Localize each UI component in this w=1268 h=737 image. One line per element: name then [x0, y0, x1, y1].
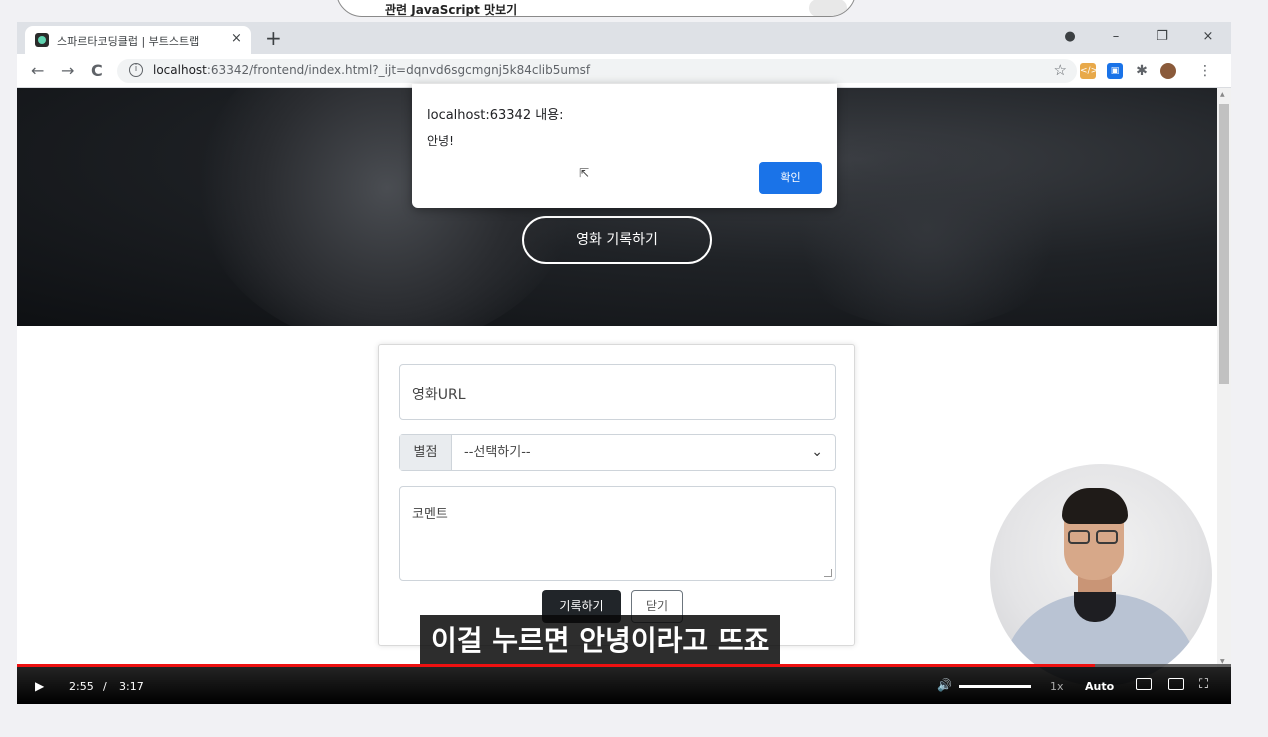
alert-title: localhost:63342 내용:	[427, 108, 564, 123]
volume-icon[interactable]: 🔊	[937, 678, 952, 692]
top-note-tab: 관련 JavaScript 맛보기	[336, 0, 856, 17]
post-form-card: 영화URL 별점 --선택하기-- ⌄ 코멘트 기록하기 닫기	[378, 344, 855, 646]
address-bar[interactable]: i localhost:63342/frontend/index.html?_i…	[117, 59, 1077, 83]
quality-label[interactable]: Auto	[1085, 680, 1114, 693]
window-controls: ● – ❐ ×	[1047, 22, 1231, 50]
presenter-hair	[1062, 488, 1128, 524]
bookmark-star-icon[interactable]: ☆	[1054, 61, 1067, 79]
record-movie-button[interactable]: 영화 기록하기	[522, 216, 712, 264]
info-icon[interactable]: i	[129, 63, 143, 77]
fullscreen-icon[interactable]: ⛶	[1199, 677, 1208, 692]
speed-label[interactable]: 1x	[1050, 680, 1064, 693]
play-icon[interactable]: ▶	[35, 679, 44, 693]
comment-textarea[interactable]: 코멘트	[399, 486, 836, 581]
back-button[interactable]: ←	[31, 61, 44, 80]
mouse-cursor-icon: ⇱	[579, 166, 590, 180]
alert-dialog: localhost:63342 내용: 안녕! ⇱ 확인	[412, 84, 837, 208]
url-path: :63342/frontend/index.html?_ijt=dqnvd6sg…	[206, 63, 591, 77]
minimize-button[interactable]: –	[1093, 29, 1139, 44]
movie-url-input[interactable]: 영화URL	[399, 364, 836, 420]
extension-box-icon[interactable]: ▣	[1107, 63, 1123, 79]
rating-selected-value: --선택하기--	[464, 445, 531, 460]
captions-icon[interactable]	[1136, 678, 1152, 690]
volume-slider[interactable]	[959, 685, 1031, 688]
url-host: localhost	[153, 63, 207, 77]
alert-message: 안녕!	[427, 134, 454, 148]
progress-fill	[17, 664, 1096, 667]
extensions-puzzle-icon[interactable]: ✱	[1134, 63, 1150, 79]
favicon-icon	[35, 33, 49, 47]
time-separator: /	[103, 680, 107, 693]
browser-tab-bar: 스파르타코딩클럽 | 부트스트랩 × + ● – ❐ ×	[17, 22, 1231, 54]
menu-icon[interactable]: ⋮	[1197, 63, 1213, 79]
avatar[interactable]	[1160, 63, 1176, 79]
resize-handle-icon[interactable]	[824, 569, 832, 577]
scrollbar-thumb[interactable]	[1219, 104, 1229, 384]
url-text: localhost:63342/frontend/index.html?_ijt…	[153, 63, 590, 77]
new-tab-button[interactable]: +	[265, 26, 282, 50]
extension-code-icon[interactable]: </>	[1080, 63, 1098, 79]
scroll-up-icon[interactable]: ▲	[1220, 91, 1225, 98]
miniplayer-icon[interactable]	[1168, 678, 1184, 690]
restore-button[interactable]: ❐	[1139, 29, 1185, 44]
top-note-pill	[809, 0, 847, 16]
tab-title: 스파르타코딩클럽 | 부트스트랩	[57, 35, 200, 48]
browser-toolbar: ← → C i localhost:63342/frontend/index.h…	[17, 54, 1231, 88]
rating-label: 별점	[400, 435, 452, 470]
chevron-down-icon: ⌄	[811, 444, 823, 460]
alert-ok-button[interactable]: 확인	[759, 162, 822, 194]
presenter-webcam	[990, 464, 1212, 686]
page-scrollbar[interactable]: ▲ ▼	[1217, 88, 1231, 668]
close-window-button[interactable]: ×	[1185, 29, 1231, 44]
profile-icon[interactable]: ●	[1047, 29, 1093, 44]
video-player[interactable]: 스파르타코딩클럽 | 부트스트랩 × + ● – ❐ × ← → C i loc…	[17, 22, 1231, 704]
video-controls-bar: ▶ 2:55 / 3:17 🔊 1x Auto ⛶	[17, 664, 1231, 704]
screenshot-canvas: 관련 JavaScript 맛보기 스파르타코딩클럽 | 부트스트랩 × + ●…	[0, 0, 1268, 737]
top-note-text: 관련 JavaScript 맛보기	[385, 3, 518, 17]
browser-tab[interactable]: 스파르타코딩클럽 | 부트스트랩 ×	[25, 26, 251, 54]
current-time: 2:55	[69, 680, 94, 693]
reload-button[interactable]: C	[91, 61, 103, 80]
duration: 3:17	[119, 680, 144, 693]
tab-close-icon[interactable]: ×	[231, 31, 242, 46]
rating-select[interactable]: --선택하기-- ⌄	[452, 435, 835, 470]
forward-button[interactable]: →	[61, 61, 74, 80]
video-subtitle: 이걸 누르면 안녕이라고 뜨죠	[420, 615, 781, 667]
comment-placeholder: 코멘트	[412, 507, 448, 522]
presenter-glasses	[1068, 530, 1122, 546]
rating-input-group: 별점 --선택하기-- ⌄	[399, 434, 836, 471]
